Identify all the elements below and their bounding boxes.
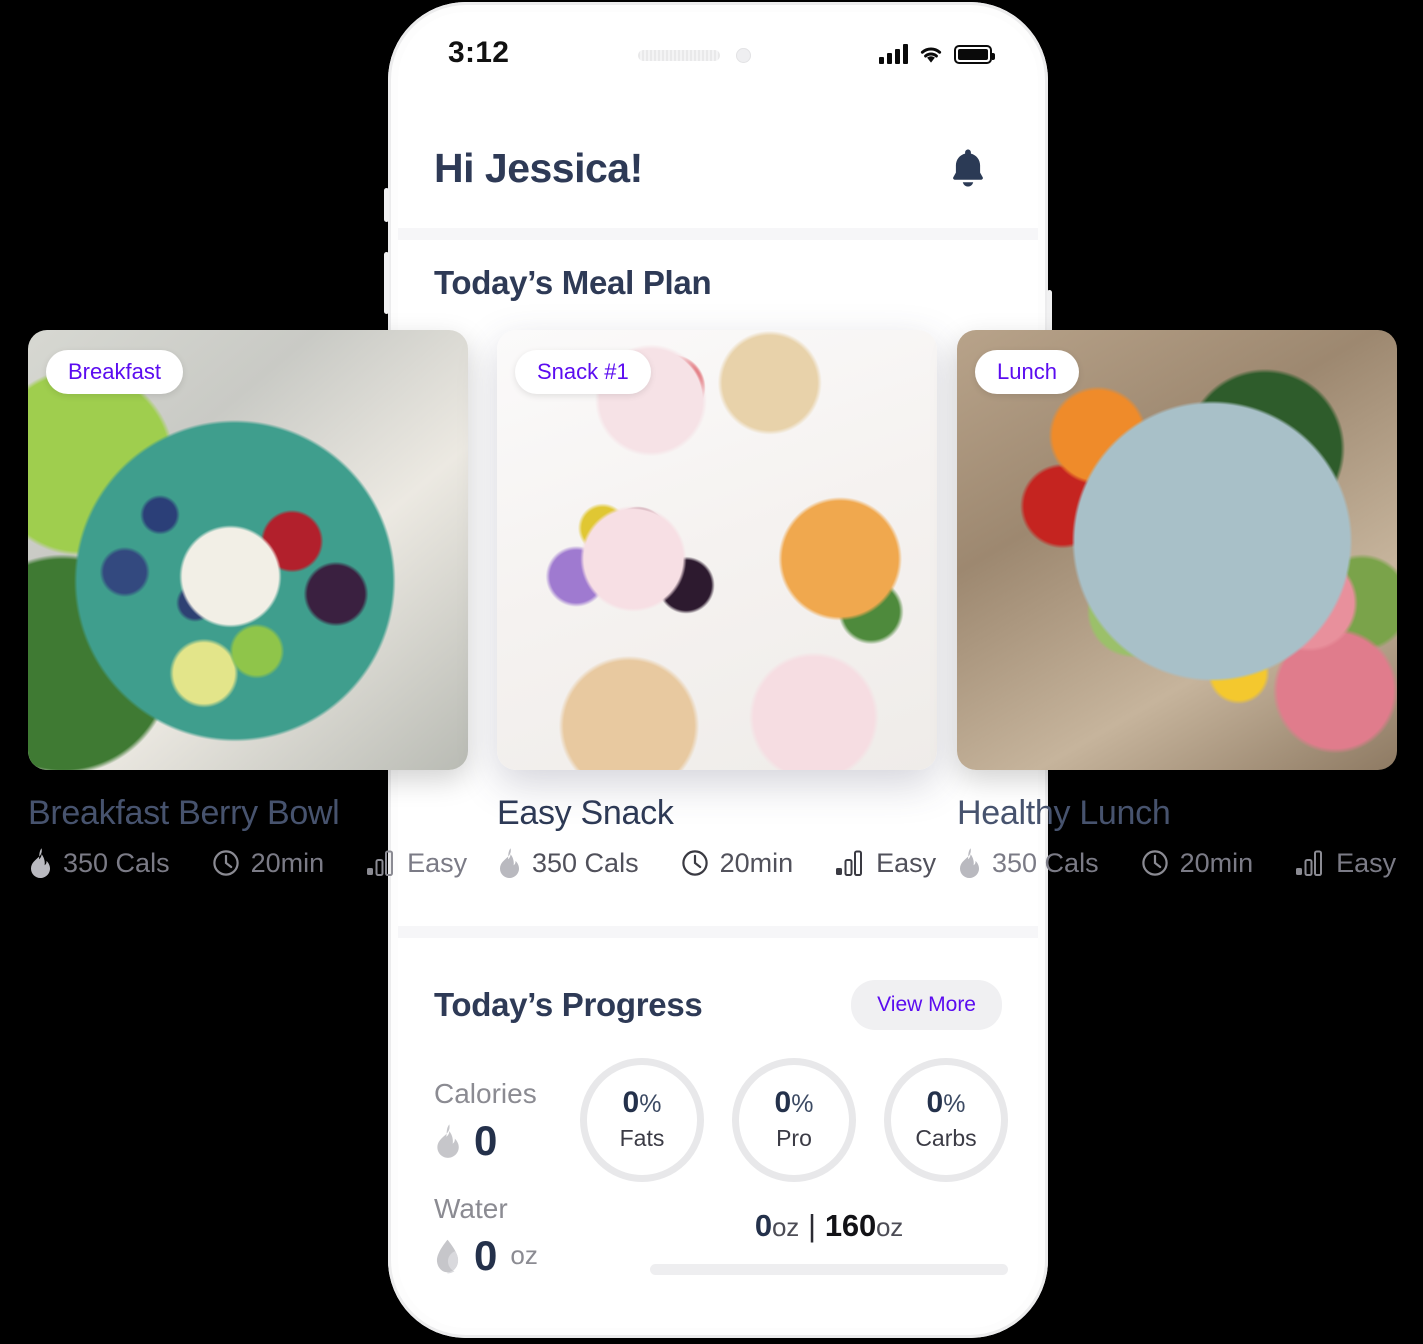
bar-chart-icon [836, 850, 863, 876]
meal-meta-breakfast: 350 Cals 20min Easy [28, 847, 468, 879]
meal-title-breakfast: Breakfast Berry Bowl [28, 794, 340, 832]
snack-food-image [497, 330, 937, 770]
meal-time-text: 20min [1179, 847, 1254, 878]
meal-calories-breakfast: 350 Cals [28, 847, 170, 879]
meal-card-snack[interactable]: Snack #1 Easy Snack 350 Cals 20min Easy [497, 330, 937, 879]
meal-calories-snack: 350 Cals [497, 847, 639, 879]
bar-chart-icon [1296, 850, 1323, 876]
meal-time-text: 20min [719, 847, 794, 878]
meal-difficulty-text: Easy [876, 847, 937, 878]
meal-difficulty-text: Easy [1336, 847, 1397, 878]
meal-difficulty-snack: Easy [835, 848, 936, 879]
meal-calories-lunch: 350 Cals [957, 847, 1099, 879]
meal-meta-snack: 350 Cals 20min Easy [497, 847, 937, 879]
meal-time-lunch: 20min [1141, 847, 1254, 879]
meal-card-carousel: Breakfast Breakfast Berry Bowl 350 Cals … [0, 0, 1423, 1344]
flame-icon [500, 848, 519, 878]
bar-chart-icon [367, 850, 394, 876]
meal-time-breakfast: 20min [212, 847, 325, 879]
meal-badge-snack: Snack #1 [515, 350, 651, 394]
clock-icon [681, 850, 708, 876]
flame-icon [31, 848, 50, 878]
clock-icon [212, 850, 239, 876]
meal-title-lunch: Healthy Lunch [957, 794, 1171, 832]
meal-thumbnail-lunch[interactable]: Lunch [957, 330, 1397, 770]
screenshot-stage: 3:12 Hi Jessica! Today’s Meal Plan Today… [0, 0, 1423, 1344]
meal-calories-text: 350 Cals [992, 847, 1099, 878]
meal-difficulty-text: Easy [407, 847, 468, 878]
meal-time-snack: 20min [681, 847, 794, 879]
meal-badge-lunch: Lunch [975, 350, 1079, 394]
meal-card-breakfast[interactable]: Breakfast Breakfast Berry Bowl 350 Cals … [28, 330, 468, 879]
flame-icon [960, 848, 979, 878]
meal-difficulty-breakfast: Easy [366, 848, 467, 879]
meal-time-text: 20min [250, 847, 325, 878]
meal-calories-text: 350 Cals [532, 847, 639, 878]
meal-calories-text: 350 Cals [63, 847, 170, 878]
meal-thumbnail-breakfast[interactable]: Breakfast [28, 330, 468, 770]
meal-difficulty-lunch: Easy [1295, 848, 1396, 879]
lunch-food-image [957, 330, 1397, 770]
clock-icon [1141, 850, 1168, 876]
meal-card-lunch[interactable]: Lunch Healthy Lunch 350 Cals 20min Easy [957, 330, 1397, 879]
meal-thumbnail-snack[interactable]: Snack #1 [497, 330, 937, 770]
breakfast-food-image [28, 330, 468, 770]
meal-badge-breakfast: Breakfast [46, 350, 183, 394]
meal-title-snack: Easy Snack [497, 794, 674, 832]
meal-meta-lunch: 350 Cals 20min Easy [957, 847, 1397, 879]
